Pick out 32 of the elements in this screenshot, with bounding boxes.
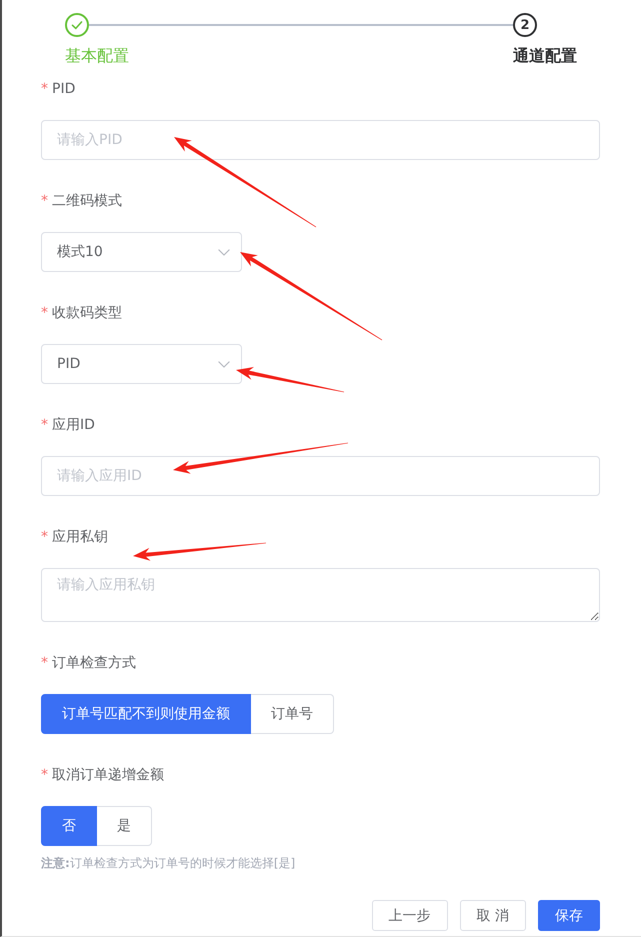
chevron-down-icon [218, 360, 230, 368]
required-mark: * [41, 528, 48, 547]
input-field[interactable]: 请输入应用ID [41, 456, 600, 496]
field-label: 应用ID [52, 416, 95, 435]
input-field[interactable]: 请输入PID [41, 120, 600, 160]
field-label: 二维码模式 [52, 192, 122, 211]
step-title: 基本配置 [65, 46, 129, 66]
radio-button[interactable]: 是 [97, 806, 152, 846]
select-field[interactable]: 模式10 [41, 232, 242, 272]
step-title: 通道配置 [513, 46, 577, 66]
required-mark: * [41, 304, 48, 323]
textarea-field[interactable]: 请输入应用私钥 [41, 568, 600, 622]
radio-button[interactable]: 否 [41, 806, 97, 846]
hint-text: 注意:订单检查方式为订单号的时候才能选择[是] [41, 855, 296, 871]
field-label: 收款码类型 [52, 304, 122, 323]
radio-button[interactable]: 订单号 [251, 694, 334, 734]
radio-button[interactable]: 订单号匹配不到则使用金额 [41, 694, 251, 734]
field-label: 订单检查方式 [52, 654, 136, 673]
required-mark: * [41, 416, 48, 435]
required-mark: * [41, 766, 48, 785]
select-field[interactable]: PID [41, 344, 242, 384]
field-label: PID [52, 80, 76, 99]
secondary-button[interactable]: 取 消 [460, 900, 526, 931]
chevron-down-icon [218, 248, 230, 256]
field-label: 应用私钥 [52, 528, 108, 547]
field-label: 取消订单递增金额 [52, 766, 164, 785]
required-mark: * [41, 80, 48, 99]
required-mark: * [41, 654, 48, 673]
step-number: 2 [513, 13, 537, 37]
required-mark: * [41, 192, 48, 211]
save-button[interactable]: 保存 [538, 900, 600, 931]
secondary-button[interactable]: 上一步 [372, 900, 448, 931]
